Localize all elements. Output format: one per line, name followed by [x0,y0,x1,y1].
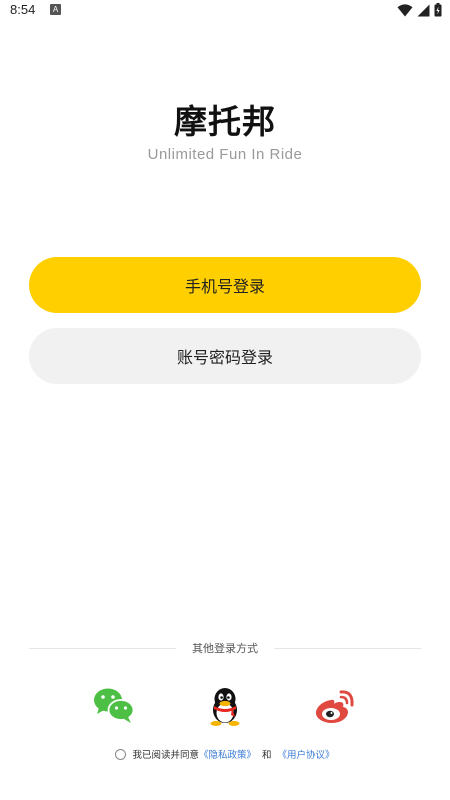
app-subtitle: Unlimited Fun In Ride [147,146,303,163]
login-screen: 8:54 A 摩托邦 Unlimited Fun In Ride 手机号登录 账… [0,0,450,800]
privacy-policy-link[interactable]: 《隐私政策》 [199,747,256,761]
qq-icon [210,688,240,726]
wifi-icon [397,3,413,16]
phone-login-button[interactable]: 手机号登录 [29,257,421,313]
other-login-divider: 其他登录方式 [29,638,421,658]
divider-line-left [29,647,176,649]
wechat-login-button[interactable] [93,686,135,726]
user-agreement-link[interactable]: 《用户协议》 [278,747,335,761]
social-login-row [0,686,450,726]
wechat-icon [94,688,135,723]
status-icons [397,3,442,17]
status-bar: 8:54 A [0,0,450,22]
divider-line-right [274,647,421,649]
weibo-icon [316,690,354,723]
signal-icon [417,4,430,16]
weibo-login-button[interactable] [314,686,356,726]
battery-icon [434,3,442,17]
account-login-button[interactable]: 账号密码登录 [29,328,421,384]
agreement-row: 我已阅读并同意 《隐私政策》 和 《用户协议》 [0,746,450,762]
agree-checkbox[interactable] [115,748,127,760]
agreement-and: 和 [262,750,272,761]
status-time: 8:54 [10,2,36,17]
qq-login-button[interactable] [206,686,248,726]
notification-icon: A [50,4,61,15]
agreement-prefix: 我已阅读并同意 [132,750,199,761]
other-login-label: 其他登录方式 [192,642,258,655]
app-title: 摩托邦 [174,102,276,141]
